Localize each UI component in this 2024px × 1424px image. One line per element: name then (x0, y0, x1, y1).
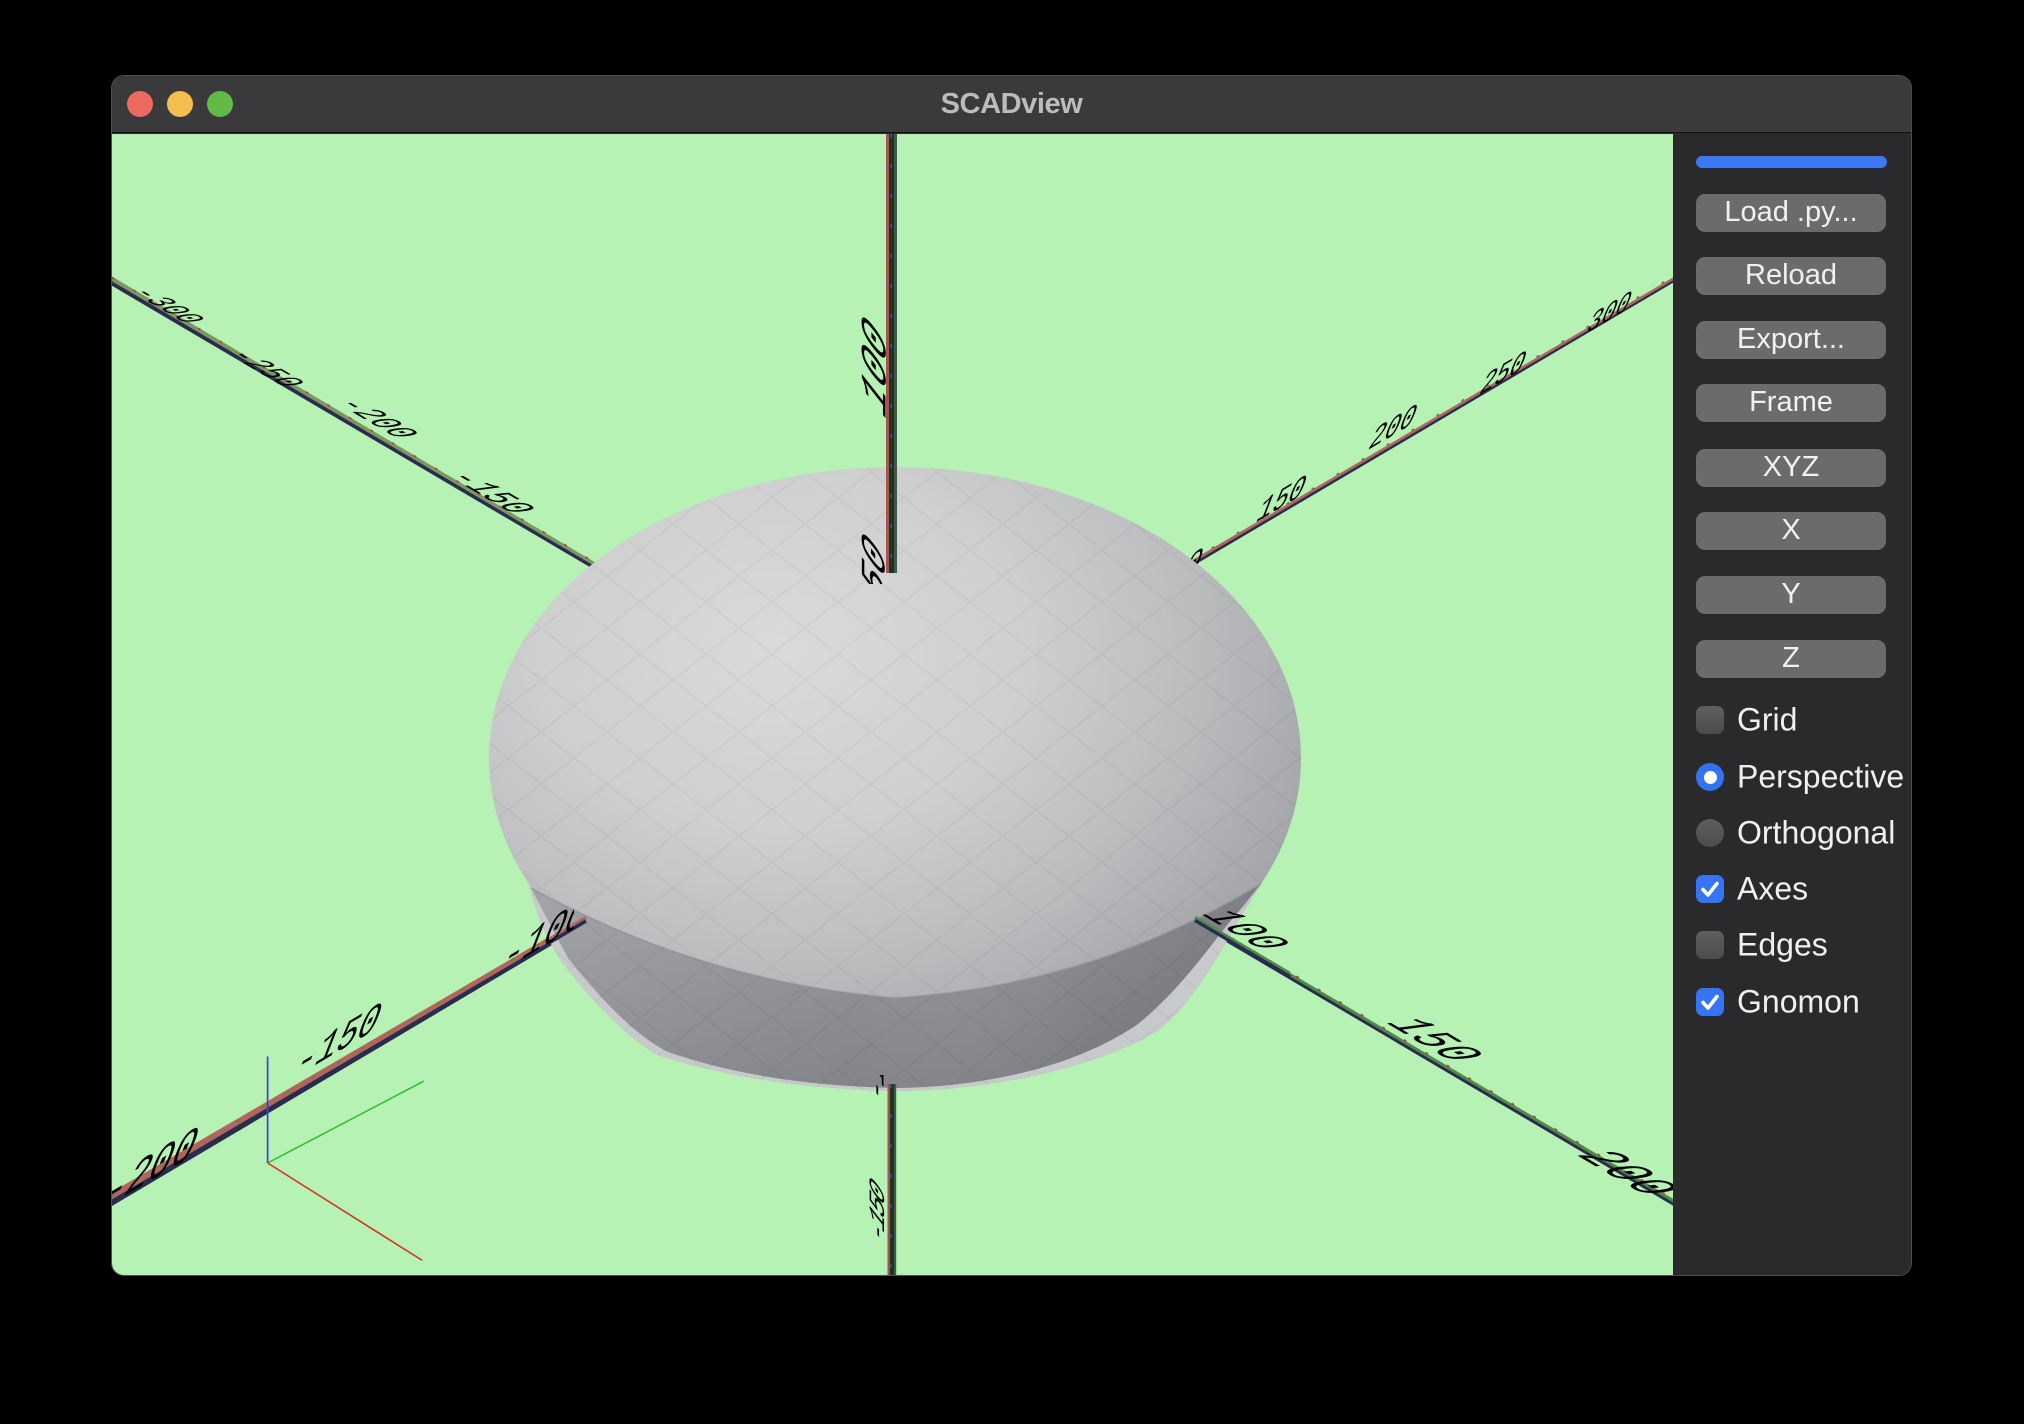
svg-text:200: 200 (1363, 395, 1423, 461)
svg-text:250: 250 (1474, 342, 1532, 406)
svg-text:-200: -200 (112, 1115, 207, 1227)
svg-text:300: 300 (1581, 284, 1637, 345)
svg-text:150: 150 (1367, 1016, 1498, 1064)
svg-text:-150: -150 (865, 1169, 890, 1257)
svg-text:-150: -150 (434, 471, 545, 516)
svg-text:200: 200 (1557, 1148, 1673, 1199)
svg-text:-300: -300 (119, 287, 213, 325)
svg-text:-250: -250 (216, 349, 315, 388)
